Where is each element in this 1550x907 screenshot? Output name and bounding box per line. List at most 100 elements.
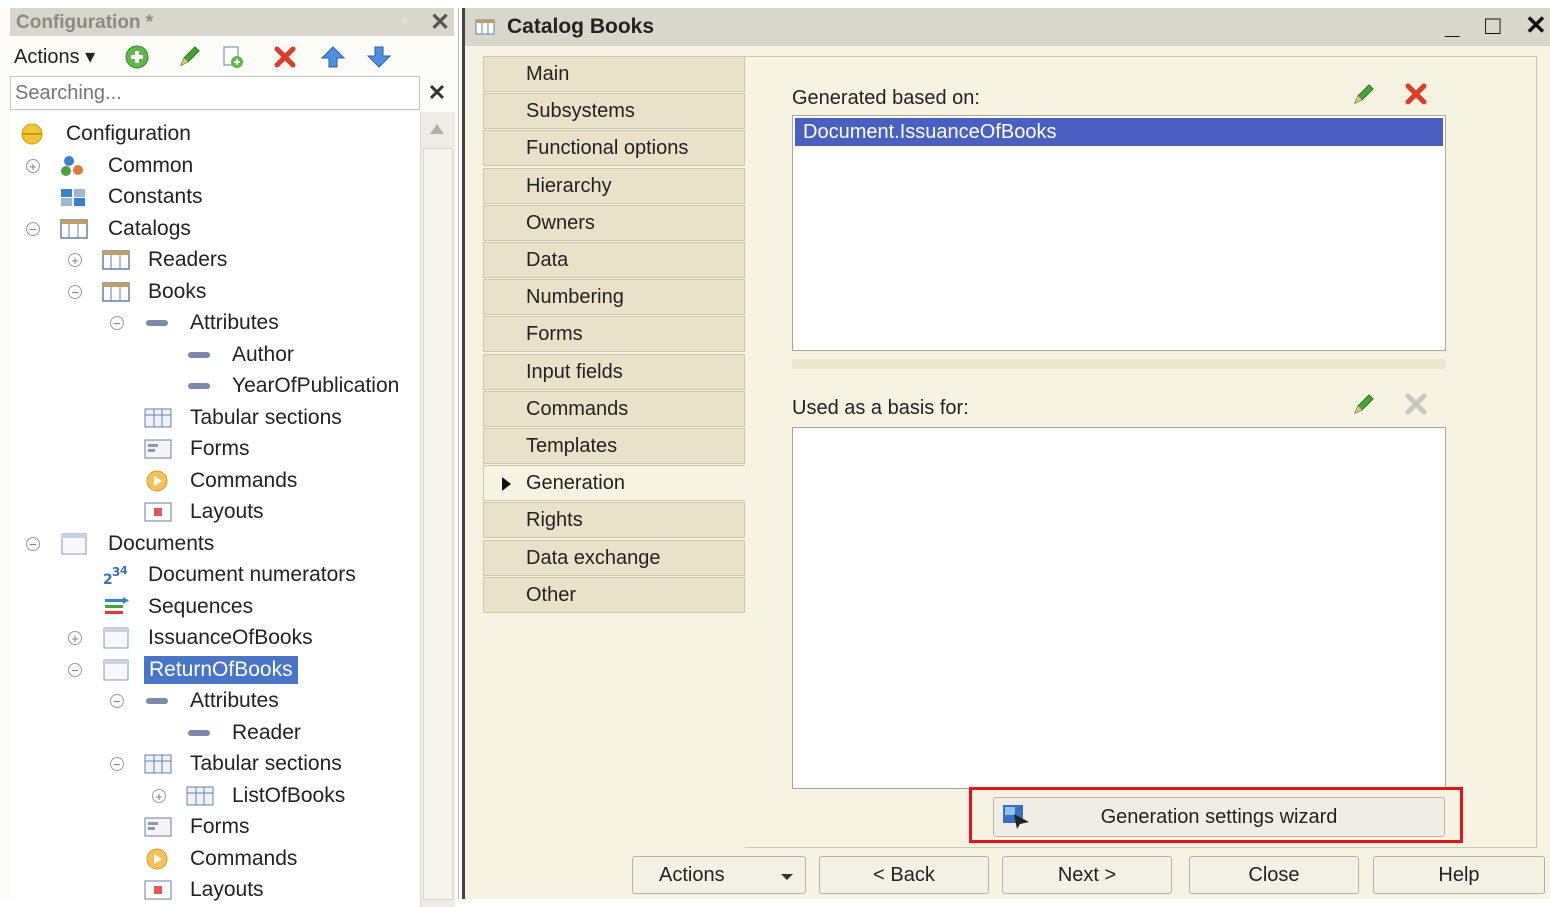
copy-icon[interactable] [220, 44, 246, 70]
attribute-icon [188, 383, 210, 389]
tab-numbering[interactable]: Numbering [483, 279, 745, 315]
scroll-up-arrow-icon[interactable] [430, 124, 444, 134]
tree-label: Layouts [190, 878, 264, 901]
collapse-icon[interactable]: − [26, 537, 40, 551]
form-icon [144, 817, 172, 837]
tree-label: YearOfPublication [232, 374, 400, 397]
edit-pencil-icon[interactable] [176, 44, 202, 70]
back-button[interactable]: < Back [819, 856, 989, 894]
document-icon [103, 627, 129, 649]
tab-label: Templates [526, 435, 618, 457]
expand-icon[interactable]: + [68, 631, 82, 645]
tab-forms[interactable]: Forms [483, 316, 745, 352]
edit-pencil-icon[interactable] [1351, 391, 1377, 417]
tab-label: Data [526, 249, 569, 271]
dropdown-arrow-icon [781, 874, 793, 880]
splitter[interactable] [792, 359, 1446, 369]
tab-label: Main [526, 63, 570, 85]
wizard-icon [1003, 805, 1029, 829]
catalog-icon [102, 250, 130, 270]
catalog-window-title: Catalog Books [507, 15, 655, 38]
add-icon[interactable] [124, 44, 150, 70]
document-icon [61, 533, 87, 555]
tab-data[interactable]: Data [483, 242, 745, 278]
collapse-icon[interactable]: − [110, 694, 124, 708]
delete-icon[interactable] [272, 44, 298, 70]
tree-label: Attributes [190, 689, 279, 712]
tree-label: Forms [190, 437, 250, 460]
tab-other[interactable]: Other [483, 577, 745, 613]
tree-label: Tabular sections [190, 752, 342, 775]
close-button[interactable]: Close [1189, 856, 1359, 894]
tree-label: IssuanceOfBooks [148, 626, 313, 649]
constants-icon [61, 189, 85, 206]
search-input[interactable] [13, 81, 407, 106]
move-up-icon[interactable] [320, 44, 346, 70]
catalog-window-title-bar: Catalog Books _ □ ✕ [465, 8, 1550, 46]
generation-settings-wizard-button[interactable]: Generation settings wizard [993, 797, 1445, 837]
tab-label: Commands [526, 398, 629, 420]
tab-functional-options[interactable]: Functional options [483, 130, 745, 166]
move-down-icon[interactable] [366, 44, 392, 70]
tabular-section-icon [186, 786, 214, 806]
collapse-icon[interactable]: − [110, 316, 124, 330]
tree-label: Tabular sections [190, 406, 342, 429]
configuration-tree: Configuration + Common Constants − Catal… [10, 112, 420, 907]
tab-rights[interactable]: Rights [483, 502, 745, 538]
list-item-selected[interactable]: Document.IssuanceOfBooks [795, 118, 1443, 146]
tree-label: Commands [190, 847, 298, 870]
numerator-icon: 234 [103, 564, 128, 586]
collapse-icon[interactable]: − [26, 222, 40, 236]
tab-data-exchange[interactable]: Data exchange [483, 540, 745, 576]
close-window-button[interactable]: ✕ [1525, 10, 1547, 41]
used-as-basis-label: Used as a basis for: [792, 397, 969, 419]
tab-hierarchy[interactable]: Hierarchy [483, 168, 745, 204]
close-panel-icon[interactable]: ✕ [430, 8, 450, 37]
generated-based-on-list[interactable]: Document.IssuanceOfBooks [792, 115, 1446, 351]
generated-based-on-label: Generated based on: [792, 87, 980, 109]
tab-generation[interactable]: Generation [483, 465, 745, 501]
tab-label: Numbering [526, 286, 624, 308]
expand-icon[interactable]: + [152, 789, 166, 803]
minimize-button[interactable]: _ [1445, 10, 1459, 41]
used-as-basis-list[interactable] [792, 427, 1446, 789]
edit-pencil-icon[interactable] [1351, 81, 1377, 107]
collapse-icon[interactable]: − [68, 285, 82, 299]
clear-search-icon[interactable]: ✕ [420, 76, 454, 110]
cropped-top-text [0, 0, 1550, 8]
scrollbar-thumb[interactable] [423, 148, 453, 900]
tab-main[interactable]: Main [483, 56, 745, 92]
tree-label: Documents [108, 532, 215, 555]
wizard-button-label: Generation settings wizard [1100, 806, 1338, 828]
tab-commands[interactable]: Commands [483, 391, 745, 427]
tree-label: Common [108, 154, 194, 177]
maximize-button[interactable]: □ [1485, 10, 1501, 41]
sequence-icon [105, 597, 129, 614]
collapse-icon[interactable]: − [68, 663, 82, 677]
actions-button-label: Actions [659, 864, 725, 886]
configuration-toolbar: Actions ▾ [10, 38, 454, 74]
attribute-icon [146, 698, 168, 704]
pin-icon[interactable]: ▫ [402, 12, 407, 28]
collapse-icon[interactable]: − [110, 757, 124, 771]
tree-label: Reader [232, 721, 301, 744]
tab-subsystems[interactable]: Subsystems [483, 93, 745, 129]
expand-icon[interactable]: + [26, 159, 40, 173]
tab-input-fields[interactable]: Input fields [483, 354, 745, 390]
tabular-section-icon [144, 754, 172, 774]
expand-icon[interactable]: + [68, 253, 82, 267]
tree-scrollbar[interactable] [420, 112, 455, 907]
help-button[interactable]: Help [1373, 856, 1545, 894]
document-icon [103, 659, 129, 681]
active-tab-arrow-icon [502, 477, 511, 491]
delete-icon[interactable] [1403, 81, 1429, 107]
actions-dropdown-button[interactable]: Actions [632, 856, 806, 894]
tab-label: Data exchange [526, 547, 661, 569]
next-button[interactable]: Next > [1002, 856, 1172, 894]
tab-owners[interactable]: Owners [483, 205, 745, 241]
tab-label: Subsystems [526, 100, 635, 122]
search-field[interactable] [10, 76, 420, 110]
tree-label: Layouts [190, 500, 264, 523]
actions-menu-button[interactable]: Actions ▾ [14, 44, 95, 69]
tab-templates[interactable]: Templates [483, 428, 745, 464]
